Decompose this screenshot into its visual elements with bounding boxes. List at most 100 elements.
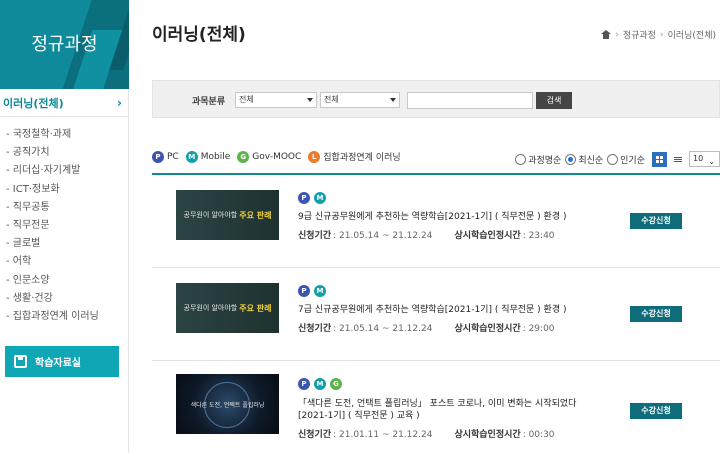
radio-selected-icon xyxy=(565,153,577,165)
mobile-badge-icon: M xyxy=(314,285,326,297)
course-title[interactable]: 9급 신규공무원에게 추천하는 역량학습[2021-1기] ( 직무전문 ) 환… xyxy=(298,211,598,223)
select-value: 전체 xyxy=(239,95,254,104)
radio-icon xyxy=(515,153,527,165)
thumbnail-text: 색다른 도전, 언택트 플립러닝 xyxy=(190,401,265,409)
mobile-badge-icon: M xyxy=(185,150,198,163)
legend-item: L 집합과정연계 이러닝 xyxy=(308,150,401,163)
sidebar-item[interactable]: - 국정철학·과제 xyxy=(6,126,128,144)
course-item: 공무원이 알아야할 주요 판례 P M 9급 신규공무원에게 추천하는 역량학습… xyxy=(152,175,720,268)
legend-label: 집합과정연계 이러닝 xyxy=(323,153,401,163)
sidebar-item[interactable]: - 직무전문 xyxy=(6,217,128,235)
main-content: 이러닝(전체) › 정규과정 › 이러닝(전체) 과목분류 전체 전체 검색 P… xyxy=(152,0,720,453)
platform-legend: P PC M Mobile G Gov-MOOC L 집합과정연계 이러닝 xyxy=(152,150,408,163)
breadcrumb-item[interactable]: 이러닝(전체) xyxy=(668,28,716,41)
home-icon[interactable] xyxy=(601,30,612,39)
sidebar-item[interactable]: - 생활·건강 xyxy=(6,290,128,308)
radio-icon xyxy=(607,153,619,165)
category-select-1[interactable]: 전체 xyxy=(235,92,317,108)
enroll-button[interactable]: 수강신청 xyxy=(630,213,682,229)
sidebar-item[interactable]: - ICT·정보화 xyxy=(6,181,128,199)
legend-label: Gov-MOOC xyxy=(252,151,302,162)
resource-room-button[interactable]: 학습자료실 xyxy=(5,346,119,377)
course-badges: P M xyxy=(298,285,326,297)
thumbnail-text: 공무원이 알아야할 xyxy=(183,304,238,312)
sort-controls: 과정명순 최신순 인기순 10 ⌄ xyxy=(515,151,720,167)
radio-label: 인기순 xyxy=(620,155,645,166)
time-value: : 00:30 xyxy=(522,430,555,440)
linked-badge-icon: L xyxy=(308,150,321,163)
sidebar-category-label: 이러닝(전체) xyxy=(3,96,64,110)
time-label: 상시학습인정시간 xyxy=(454,324,521,334)
sidebar-item[interactable]: - 어학 xyxy=(6,253,128,271)
course-thumbnail[interactable]: 공무원이 알아야할 주요 판례 xyxy=(176,190,279,240)
chevron-right-icon: › xyxy=(659,29,664,40)
period-label: 신청기간 xyxy=(298,324,332,334)
mobile-badge-icon: M xyxy=(314,378,326,390)
thumbnail-text: 공무원이 알아야할 xyxy=(183,211,238,219)
chevron-down-icon xyxy=(307,98,313,102)
radio-label: 과정명순 xyxy=(528,155,562,166)
sidebar-category-elearning[interactable]: 이러닝(전체) › xyxy=(0,89,128,117)
mobile-badge-icon: M xyxy=(314,192,326,204)
legend-item: M Mobile xyxy=(185,150,230,163)
course-meta: 신청기간: 21.01.11 ~ 21.12.24 상시학습인정시간: 00:30 xyxy=(298,427,555,440)
save-disk-icon xyxy=(14,355,27,368)
enroll-button[interactable]: 수강신청 xyxy=(630,403,682,419)
period-label: 신청기간 xyxy=(298,231,332,241)
sidebar-title: 정규과정 xyxy=(31,34,98,55)
time-label: 상시학습인정시간 xyxy=(454,430,521,440)
sidebar-item[interactable]: - 직무공통 xyxy=(6,199,128,217)
gov-mooc-badge-icon: G xyxy=(237,150,250,163)
breadcrumb-item[interactable]: 정규과정 xyxy=(623,28,656,41)
grid-view-button[interactable] xyxy=(652,151,667,167)
category-select-2[interactable]: 전체 xyxy=(320,92,400,108)
period-value: : 21.05.14 ~ 21.12.24 xyxy=(333,231,433,241)
sidebar-item[interactable]: - 공직가치 xyxy=(6,144,128,162)
sidebar-item[interactable]: - 인문소양 xyxy=(6,272,128,290)
course-meta: 신청기간: 21.05.14 ~ 21.12.24 상시학습인정시간: 23:40 xyxy=(298,228,555,241)
course-title[interactable]: 「색다른 도전, 언택트 플립러닝」 포스트 코로나, 이미 변화는 시작되었다… xyxy=(298,398,598,422)
chevron-down-icon xyxy=(390,98,396,102)
sidebar-item[interactable]: - 집합과정연계 이러닝 xyxy=(6,308,128,326)
sidebar: 정규과정 이러닝(전체) › - 국정철학·과제 - 공직가치 - 리더십·자기… xyxy=(0,0,129,453)
period-value: : 21.05.14 ~ 21.12.24 xyxy=(333,324,433,334)
page-title: 이러닝(전체) xyxy=(152,25,246,45)
period-value: : 21.01.11 ~ 21.12.24 xyxy=(333,430,433,440)
sort-radio-latest[interactable]: 최신순 xyxy=(565,153,603,166)
gov-mooc-badge-icon: G xyxy=(330,378,342,390)
period-label: 신청기간 xyxy=(298,430,332,440)
search-button[interactable]: 검색 xyxy=(536,92,572,109)
course-title[interactable]: 7급 신규공무원에게 추천하는 역량학습[2021-1기] ( 직무전문 ) 환… xyxy=(298,304,598,316)
breadcrumb: › 정규과정 › 이러닝(전체) xyxy=(601,28,716,41)
pc-badge-icon: P xyxy=(298,192,310,204)
resource-room-label: 학습자료실 xyxy=(35,358,81,369)
chevron-right-icon: › xyxy=(615,29,619,40)
page-size-select[interactable]: 10 ⌄ xyxy=(689,151,720,167)
chevron-right-icon: › xyxy=(117,96,122,110)
filter-label: 과목분류 xyxy=(192,97,226,107)
grid-icon xyxy=(656,155,663,163)
course-thumbnail[interactable]: 공무원이 알아야할 주요 판례 xyxy=(176,283,279,333)
sidebar-banner: 정규과정 xyxy=(0,0,129,89)
pc-badge-icon: P xyxy=(298,285,310,297)
course-item: 색다른 도전, 언택트 플립러닝 P M G 「색다른 도전, 언택트 플립러닝… xyxy=(152,361,720,453)
radio-label: 최신순 xyxy=(578,155,604,166)
sidebar-item[interactable]: - 글로벌 xyxy=(6,235,128,253)
course-badges: P M xyxy=(298,192,326,204)
search-input[interactable] xyxy=(407,92,533,109)
list-view-button[interactable] xyxy=(670,152,685,167)
pc-badge-icon: P xyxy=(152,150,164,163)
thumbnail-highlight: 주요 판례 xyxy=(239,210,272,220)
sidebar-item[interactable]: - 리더십·자기계발 xyxy=(6,162,128,180)
course-thumbnail[interactable]: 색다른 도전, 언택트 플립러닝 xyxy=(176,374,279,434)
time-value: : 23:40 xyxy=(522,231,555,241)
course-item: 공무원이 알아야할 주요 판례 P M 7급 신규공무원에게 추천하는 역량학습… xyxy=(152,268,720,361)
sidebar-list: - 국정철학·과제 - 공직가치 - 리더십·자기계발 - ICT·정보화 - … xyxy=(0,117,128,326)
sort-radio-popular[interactable]: 인기순 xyxy=(607,153,645,166)
enroll-button[interactable]: 수강신청 xyxy=(630,306,682,322)
chevron-down-icon: ⌄ xyxy=(708,157,715,166)
course-meta: 신청기간: 21.05.14 ~ 21.12.24 상시학습인정시간: 29:00 xyxy=(298,321,555,334)
thumbnail-highlight: 주요 판례 xyxy=(239,303,272,313)
sort-radio-name[interactable]: 과정명순 xyxy=(515,153,561,166)
pc-badge-icon: P xyxy=(298,378,310,390)
